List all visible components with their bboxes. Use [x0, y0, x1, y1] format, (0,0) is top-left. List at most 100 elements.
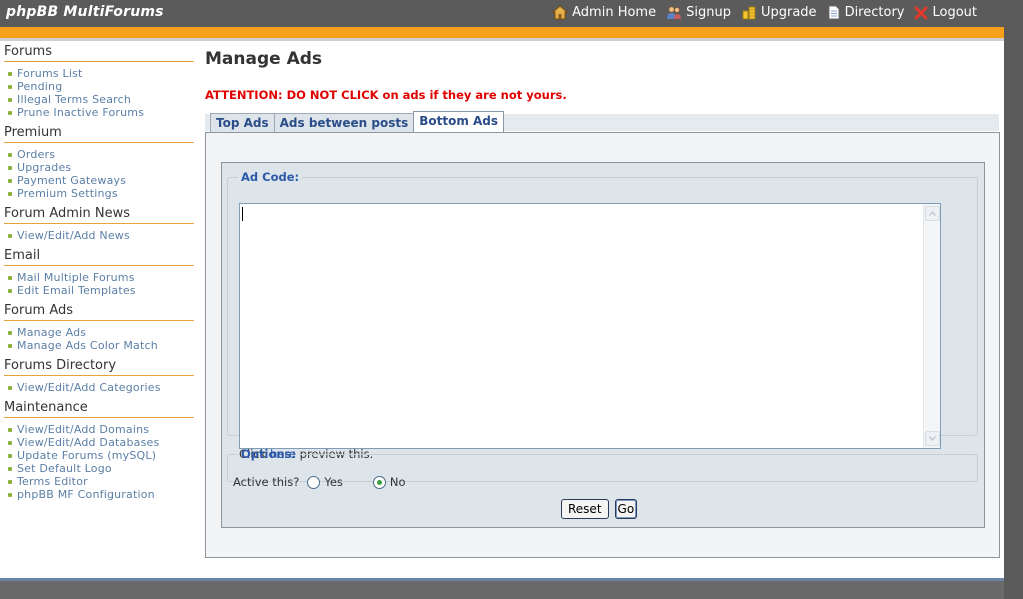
sidebar-item-illegal-terms-search: Illegal Terms Search	[0, 93, 199, 106]
page-footer	[0, 581, 1004, 599]
window-right-gutter	[1004, 27, 1023, 599]
app-window: phpBB MultiForums Admin Home Signup Upgr…	[0, 0, 1023, 599]
nav-admin-home-label: Admin Home	[572, 5, 657, 20]
document-icon	[827, 5, 841, 20]
nav-directory[interactable]: Directory	[827, 5, 904, 20]
nav-admin-home[interactable]: Admin Home	[552, 5, 656, 20]
sidebar-link[interactable]: Forums List	[17, 67, 83, 80]
textarea-scrollbar[interactable]	[923, 204, 940, 448]
sidebar-item-mail-multiple-forums: Mail Multiple Forums	[0, 271, 199, 284]
options-legend: Options:	[241, 447, 296, 461]
sidebar-section-premium: Premium Orders Upgrades Payment Gateways…	[0, 125, 199, 200]
nav-logout[interactable]: Logout	[914, 5, 977, 20]
ad-code-legend: Ad Code:	[241, 170, 300, 184]
yes-label: Yes	[324, 475, 343, 489]
sidebar-item-view-edit-add-categories: View/Edit/Add Categories	[0, 381, 199, 394]
sidebar-link[interactable]: phpBB MF Configuration	[17, 488, 155, 501]
sidebar-item-update-forums-mysql: Update Forums (mySQL)	[0, 449, 199, 462]
sidebar-link[interactable]: Update Forums (mySQL)	[17, 449, 156, 462]
sidebar-section-forum-ads: Forum Ads Manage Ads Manage Ads Color Ma…	[0, 303, 199, 352]
coins-icon	[741, 5, 757, 20]
options-fieldset: Options: Active this? Yes No	[227, 447, 978, 489]
main-content: Manage Ads ATTENTION: DO NOT CLICK on ad…	[199, 41, 1004, 578]
reset-button[interactable]: Reset	[561, 499, 609, 519]
sidebar-item-pending: Pending	[0, 80, 199, 93]
sidebar-link[interactable]: Upgrades	[17, 161, 71, 174]
sidebar-link[interactable]: Orders	[17, 148, 55, 161]
sidebar-item-view-edit-add-domains: View/Edit/Add Domains	[0, 423, 199, 436]
bullet-icon	[8, 275, 12, 280]
bullet-icon	[8, 343, 12, 348]
sidebar-link[interactable]: Illegal Terms Search	[17, 93, 131, 106]
bullet-icon	[8, 440, 12, 445]
ad-code-area-wrap: Click here preview this.	[228, 184, 977, 461]
no-label: No	[389, 475, 406, 489]
go-button[interactable]: Go	[614, 499, 638, 519]
bullet-icon	[8, 152, 12, 157]
sidebar-link[interactable]: Premium Settings	[17, 187, 118, 200]
top-header: phpBB MultiForums Admin Home Signup Upgr…	[0, 0, 1023, 27]
sidebar-item-view-edit-add-databases: View/Edit/Add Databases	[0, 436, 199, 449]
sidebar-section-maintenance: Maintenance View/Edit/Add Domains View/E…	[0, 400, 199, 501]
top-navigation: Admin Home Signup Upgrade Directory Logo…	[552, 5, 977, 20]
header-accent-bar	[0, 27, 1004, 38]
sidebar-link[interactable]: Payment Gateways	[17, 174, 126, 187]
bullet-icon	[8, 178, 12, 183]
sidebar-section-title: Forums Directory	[4, 358, 194, 376]
sidebar-item-forums-list: Forums List	[0, 67, 199, 80]
sidebar-link[interactable]: Mail Multiple Forums	[17, 271, 135, 284]
bullet-icon	[8, 71, 12, 76]
sidebar-link[interactable]: Manage Ads Color Match	[17, 339, 158, 352]
sidebar-item-premium-settings: Premium Settings	[0, 187, 199, 200]
tab-bottom-ads[interactable]: Bottom Ads	[413, 111, 505, 132]
tab-top-ads[interactable]: Top Ads	[210, 113, 275, 132]
bullet-icon	[8, 84, 12, 89]
sidebar-item-edit-email-templates: Edit Email Templates	[0, 284, 199, 297]
sidebar-link[interactable]: Set Default Logo	[17, 462, 112, 475]
yes-option: Yes	[299, 475, 343, 489]
ad-code-textarea[interactable]	[239, 203, 941, 449]
nav-signup[interactable]: Signup	[666, 5, 731, 20]
sidebar-link[interactable]: View/Edit/Add Databases	[17, 436, 159, 449]
ad-tabs: Top Ads Ads between posts Bottom Ads	[210, 111, 505, 132]
sidebar-link[interactable]: Edit Email Templates	[17, 284, 136, 297]
sidebar-section-email: Email Mail Multiple Forums Edit Email Te…	[0, 248, 199, 297]
bullet-icon	[8, 330, 12, 335]
bullet-icon	[8, 191, 12, 196]
sidebar-link[interactable]: View/Edit/Add Domains	[17, 423, 149, 436]
tab-panel: Ad Code: Click here preview this. Option…	[205, 132, 1000, 558]
bullet-icon	[8, 233, 12, 238]
tab-ads-between-posts[interactable]: Ads between posts	[273, 113, 415, 132]
sidebar-link[interactable]: Terms Editor	[17, 475, 88, 488]
users-icon	[666, 5, 682, 20]
sidebar-link[interactable]: Manage Ads	[17, 326, 86, 339]
yes-radio[interactable]	[307, 475, 321, 489]
active-label: Active this?	[233, 475, 300, 489]
brand-logo-text: phpBB MultiForums	[6, 4, 164, 20]
sidebar-section-title: Maintenance	[4, 400, 194, 418]
nav-upgrade[interactable]: Upgrade	[741, 5, 817, 20]
sidebar-section-title: Premium	[4, 125, 194, 143]
admin-sidebar: Forums Forums List Pending Illegal Terms…	[0, 41, 199, 578]
sidebar-link[interactable]: Prune Inactive Forums	[17, 106, 144, 119]
ad-form: Ad Code: Click here preview this. Option…	[221, 162, 985, 528]
nav-logout-label: Logout	[932, 5, 977, 20]
sidebar-section-forums-directory: Forums Directory View/Edit/Add Categorie…	[0, 358, 199, 394]
sidebar-link[interactable]: Pending	[17, 80, 62, 93]
sidebar-link[interactable]: View/Edit/Add News	[17, 229, 130, 242]
sidebar-section-title: Forum Ads	[4, 303, 194, 321]
nav-upgrade-label: Upgrade	[760, 5, 817, 20]
no-radio[interactable]	[372, 475, 386, 489]
sidebar-link[interactable]: View/Edit/Add Categories	[17, 381, 161, 394]
sidebar-item-orders: Orders	[0, 148, 199, 161]
sidebar-item-terms-editor: Terms Editor	[0, 475, 199, 488]
home-icon	[552, 5, 569, 20]
scroll-down-button[interactable]	[925, 431, 940, 446]
sidebar-item-phpbb-mf-configuration: phpBB MF Configuration	[0, 488, 199, 501]
bullet-icon	[8, 492, 12, 497]
bullet-icon	[8, 97, 12, 102]
scroll-up-button[interactable]	[925, 206, 940, 221]
ad-code-fieldset: Ad Code: Click here preview this.	[227, 170, 978, 461]
sidebar-item-set-default-logo: Set Default Logo	[0, 462, 199, 475]
sidebar-item-view-edit-add-news: View/Edit/Add News	[0, 229, 199, 242]
